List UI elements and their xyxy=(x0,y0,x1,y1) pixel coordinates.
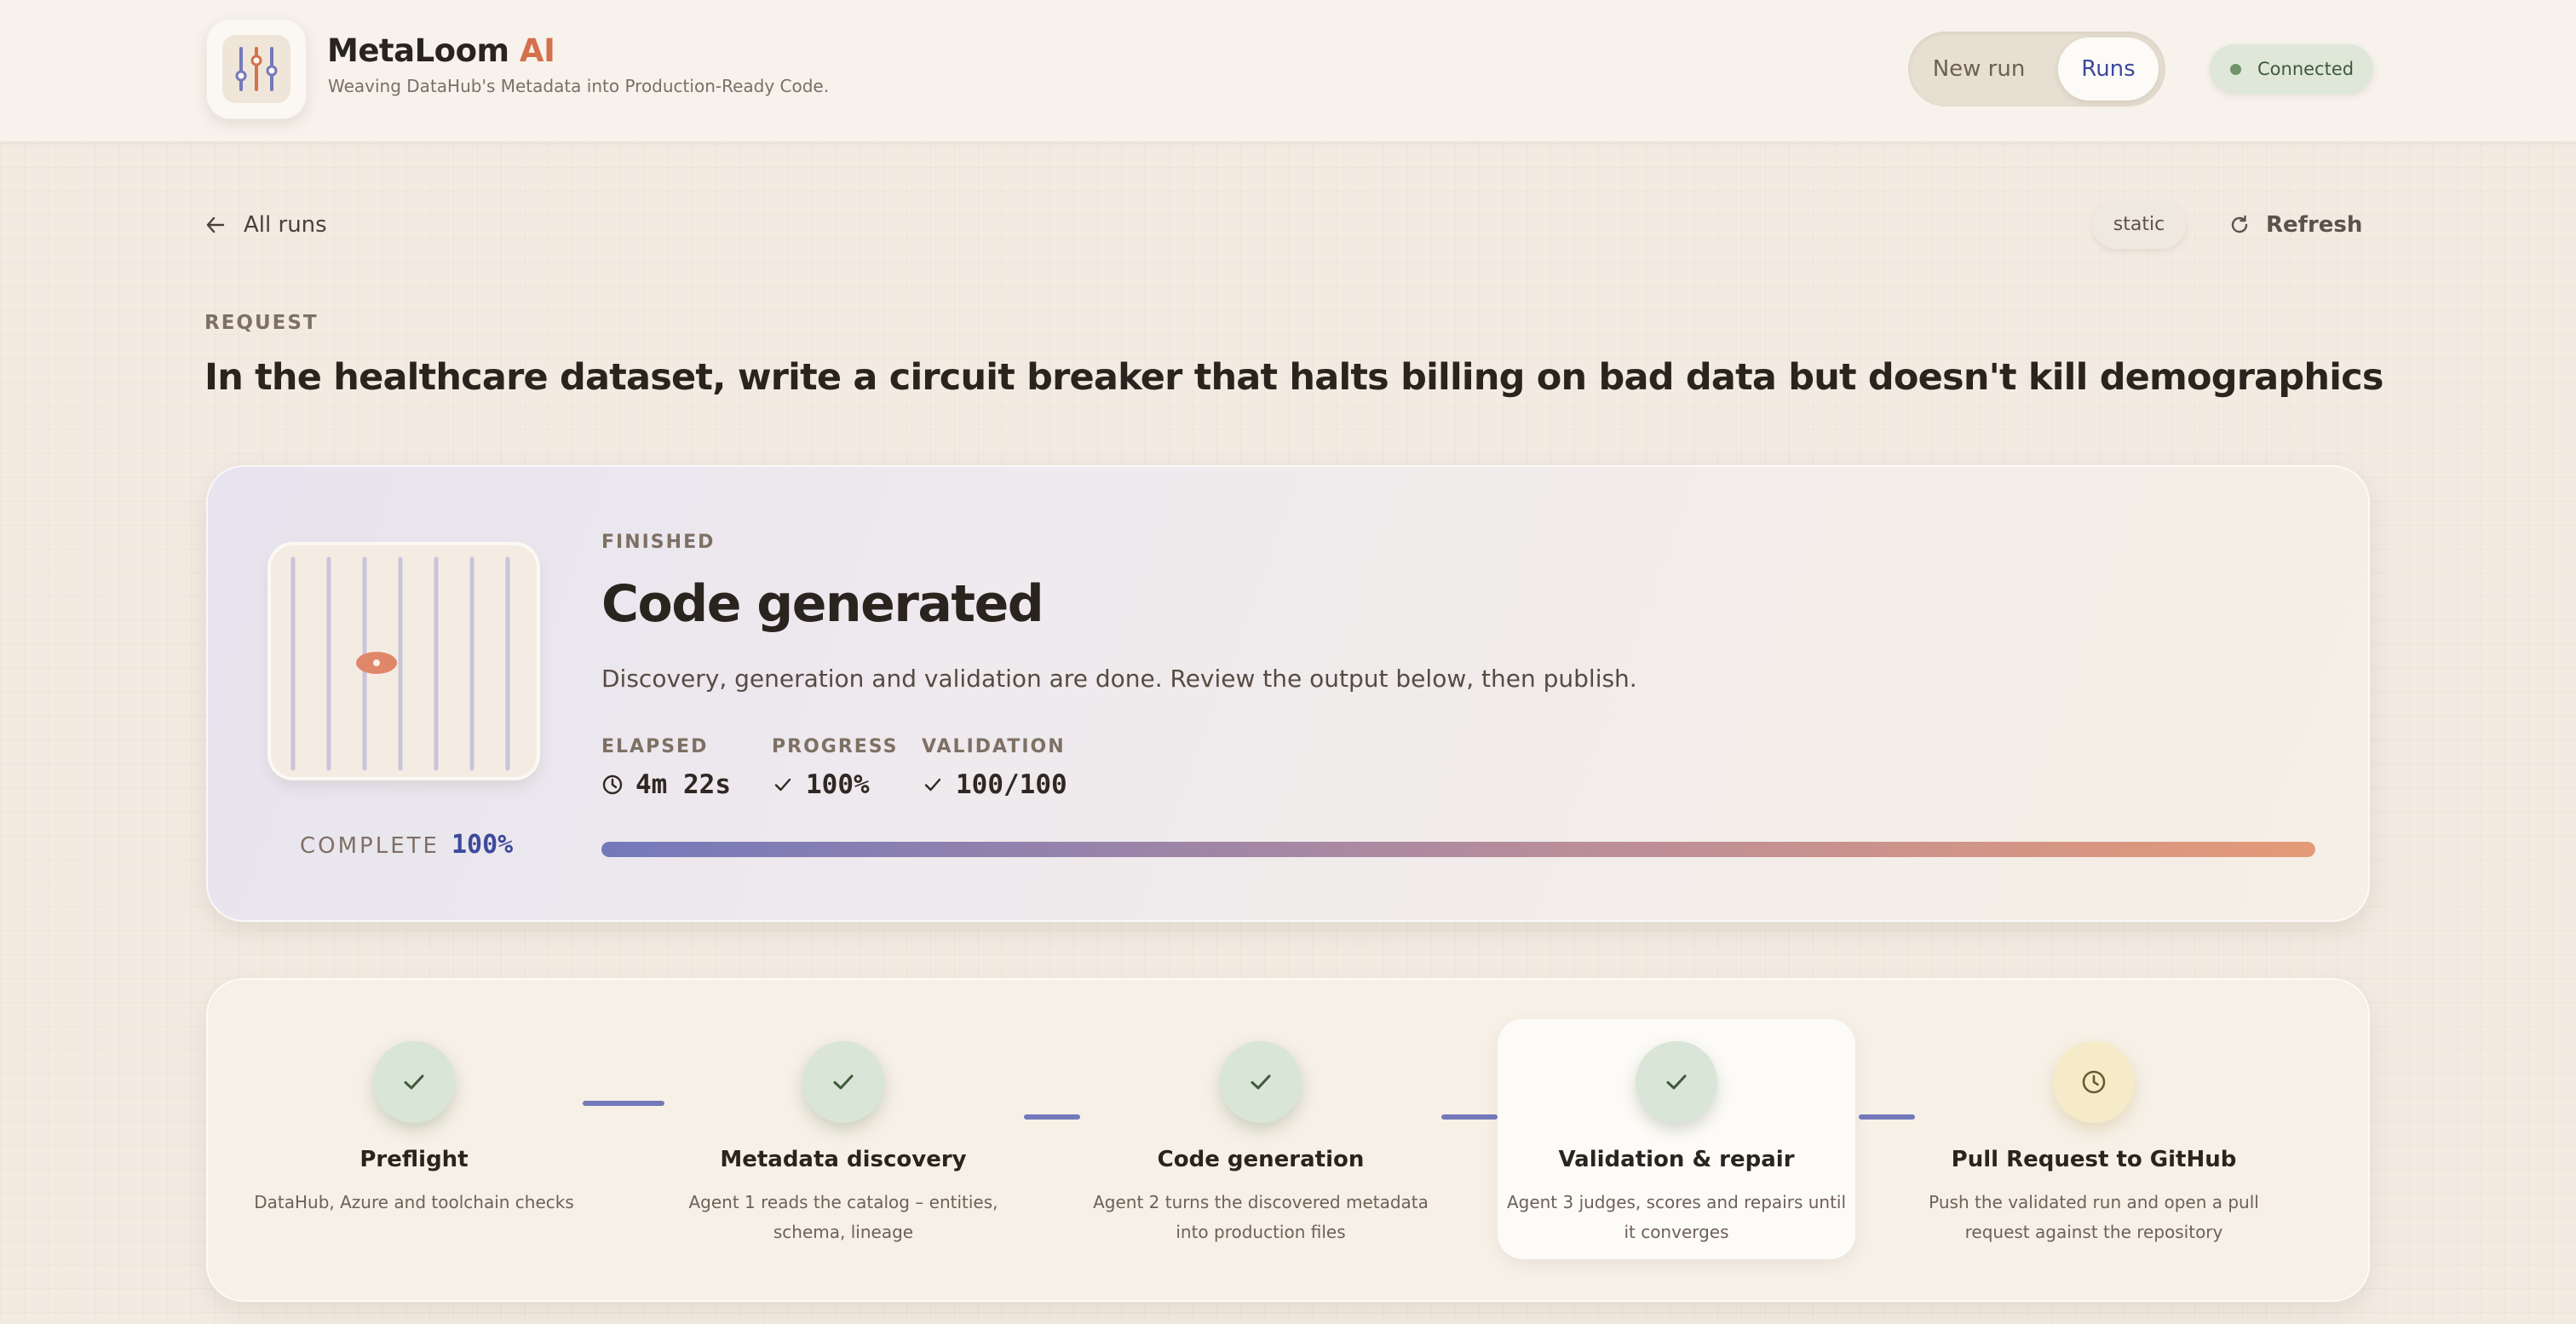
connection-status-badge: Connected xyxy=(2210,44,2373,94)
metric-validation: VALIDATION 100/100 xyxy=(922,736,1067,800)
request-label: REQUEST xyxy=(204,312,319,334)
status-title: Code generated xyxy=(601,574,1044,634)
step-description: DataHub, Azure and toolchain checks xyxy=(254,1192,574,1212)
brand-ai: AI xyxy=(509,32,555,69)
step-status-done xyxy=(373,1041,455,1123)
step-description: Agent 3 judges, scores and repairs until… xyxy=(1506,1192,1847,1242)
pipeline-steps-card: Preflight DataHub, Azure and toolchain c… xyxy=(206,978,2370,1302)
step-connector xyxy=(1441,1114,1498,1120)
step-title: Metadata discovery xyxy=(720,1147,967,1172)
step-connector xyxy=(583,1101,664,1106)
metric-progress: PROGRESS 100% xyxy=(772,736,899,800)
step-preflight[interactable]: Preflight DataHub, Azure and toolchain c… xyxy=(235,1019,593,1259)
step-connector xyxy=(1024,1114,1080,1120)
check-icon xyxy=(404,1074,424,1090)
metric-label: VALIDATION xyxy=(922,736,1066,757)
step-status-done xyxy=(1220,1041,1302,1123)
clock-icon xyxy=(2082,1070,2106,1094)
complete-value: 100% xyxy=(451,830,514,860)
run-state-label: FINISHED xyxy=(601,532,716,553)
check-icon xyxy=(774,778,791,792)
step-code-generation[interactable]: Code generation Agent 2 turns the discov… xyxy=(1082,1019,1440,1259)
progress-bar-fill xyxy=(601,842,2315,857)
run-status-card: COMPLETE 100% FINISHED Code generated Di… xyxy=(206,465,2370,922)
step-connector xyxy=(1859,1114,1915,1120)
status-dot-icon xyxy=(2230,64,2241,75)
step-title: Preflight xyxy=(359,1147,469,1172)
metric-label: PROGRESS xyxy=(772,736,899,757)
metric-label: ELAPSED xyxy=(601,736,709,757)
metric-value: 4m 22s xyxy=(635,769,731,800)
refresh-icon xyxy=(2231,215,2248,233)
brand-main: MetaLoom xyxy=(327,32,509,69)
back-to-all-runs-link[interactable]: All runs xyxy=(204,208,327,242)
refresh-label: Refresh xyxy=(2266,212,2363,238)
nav-new-run[interactable]: New run xyxy=(1908,32,2050,106)
step-status-pending xyxy=(2053,1041,2135,1123)
mode-badge: static xyxy=(2092,201,2186,249)
progress-bar xyxy=(601,842,2315,857)
check-icon xyxy=(1666,1074,1687,1090)
brand-tagline: Weaving DataHub's Metadata into Producti… xyxy=(328,76,830,96)
step-description: Push the validated run and open a pull r… xyxy=(1929,1192,2259,1242)
loom-logo-icon xyxy=(222,35,290,103)
loom-weave-icon xyxy=(284,556,524,771)
loom-illustration xyxy=(271,545,537,777)
metric-value: 100% xyxy=(806,769,870,800)
step-description: Agent 2 turns the discovered metadata in… xyxy=(1093,1192,1429,1242)
request-text: In the healthcare dataset, write a circu… xyxy=(204,356,2383,399)
step-description: Agent 1 reads the catalog – entities, sc… xyxy=(688,1192,998,1242)
step-pull-request[interactable]: Pull Request to GitHub Push the validate… xyxy=(1915,1019,2273,1259)
step-status-done xyxy=(1636,1041,1717,1123)
app-logo[interactable] xyxy=(206,19,307,119)
step-title: Code generation xyxy=(1157,1147,1365,1172)
back-link-label: All runs xyxy=(244,212,327,238)
check-icon xyxy=(924,778,941,792)
step-title: Pull Request to GitHub xyxy=(1951,1147,2237,1172)
step-validation-repair[interactable]: Validation & repair Agent 3 judges, scor… xyxy=(1498,1019,1855,1259)
arrow-left-icon xyxy=(206,216,225,233)
completion-readout: COMPLETE 100% xyxy=(300,830,513,860)
refresh-button[interactable]: Refresh xyxy=(2228,208,2362,242)
metric-elapsed: ELAPSED 4m 22s xyxy=(601,736,731,800)
step-status-done xyxy=(802,1041,884,1123)
check-icon xyxy=(833,1074,854,1090)
connection-status-text: Connected xyxy=(2257,59,2355,79)
app-header: MetaLoom AI Weaving DataHub's Metadata i… xyxy=(0,0,2576,141)
step-title: Validation & repair xyxy=(1558,1147,1795,1172)
status-subtitle: Discovery, generation and validation are… xyxy=(601,665,1637,693)
clock-icon xyxy=(602,774,623,795)
step-metadata-discovery[interactable]: Metadata discovery Agent 1 reads the cat… xyxy=(664,1019,1022,1259)
nav-runs[interactable]: Runs xyxy=(2058,37,2159,101)
complete-label: COMPLETE xyxy=(300,833,440,859)
check-icon xyxy=(1251,1074,1271,1090)
brand-name: MetaLoom AI xyxy=(327,32,555,69)
main-nav: New run Runs xyxy=(1908,32,2165,106)
metric-value: 100/100 xyxy=(956,769,1067,800)
